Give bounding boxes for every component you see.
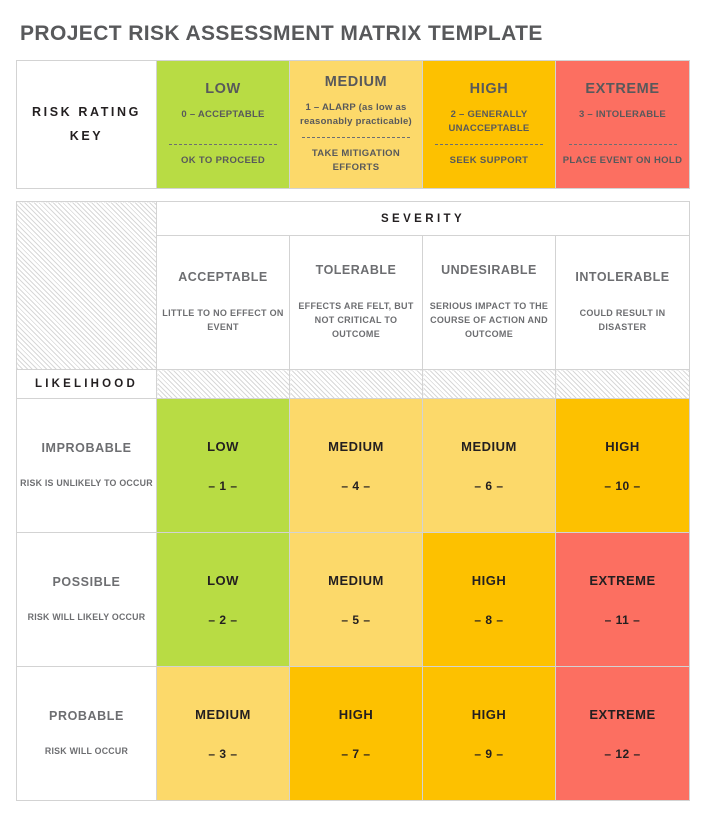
matrix-cell[interactable]: MEDIUM – 6 – bbox=[422, 398, 556, 533]
likelihood-description: RISK IS UNLIKELY TO OCCUR bbox=[20, 477, 153, 488]
severity-description: SERIOUS IMPACT TO THE COURSE OF ACTION A… bbox=[429, 301, 549, 339]
matrix-cell[interactable]: LOW – 1 – bbox=[156, 398, 290, 533]
severity-axis-label: SEVERITY bbox=[155, 201, 691, 236]
key-divider bbox=[169, 144, 277, 146]
cell-rating: MEDIUM bbox=[461, 438, 517, 454]
severity-name: ACCEPTABLE bbox=[178, 270, 268, 285]
likelihood-name: PROBABLE bbox=[49, 708, 124, 723]
likelihood-hatch-cell bbox=[422, 369, 556, 399]
key-rating-label: LOW bbox=[205, 81, 241, 98]
cell-number: – 10 – bbox=[604, 478, 641, 493]
cell-rating: LOW bbox=[207, 438, 239, 454]
key-row: RISK RATING KEY LOW 0 – ACCEPTABLE OK TO… bbox=[16, 60, 690, 189]
key-cell-extreme: EXTREME 3 – INTOLERABLE PLACE EVENT ON H… bbox=[555, 60, 690, 189]
likelihood-hatch-cell bbox=[289, 369, 423, 399]
key-code-label: 3 – INTOLERABLE bbox=[579, 109, 666, 121]
key-code-label: 1 – ALARP (as low as reasonably practica… bbox=[300, 102, 412, 127]
risk-rating-key-label: RISK RATING KEY bbox=[16, 60, 157, 189]
matrix-row-probable: PROBABLE RISK WILL OCCUR MEDIUM – 3 – HI… bbox=[16, 666, 691, 801]
key-divider bbox=[568, 144, 677, 146]
risk-matrix-page: PROJECT RISK ASSESSMENT MATRIX TEMPLATE … bbox=[0, 0, 705, 828]
matrix-cell[interactable]: EXTREME – 11 – bbox=[554, 532, 691, 667]
cell-rating: MEDIUM bbox=[328, 572, 384, 588]
severity-name: UNDESIRABLE bbox=[441, 263, 537, 278]
cell-rating: HIGH bbox=[471, 706, 507, 722]
severity-description: COULD RESULT IN DISASTER bbox=[579, 308, 666, 332]
matrix-row-possible: POSSIBLE RISK WILL LIKELY OCCUR LOW – 2 … bbox=[16, 532, 691, 667]
cell-number: – 6 – bbox=[474, 478, 504, 493]
key-cell-high: HIGH 2 – GENERALLY UNACCEPTABLE SEEK SUP… bbox=[422, 60, 556, 189]
severity-name: TOLERABLE bbox=[315, 263, 397, 278]
key-divider bbox=[302, 137, 410, 139]
cell-rating: LOW bbox=[207, 572, 239, 588]
cell-number: – 7 – bbox=[341, 746, 371, 761]
likelihood-band-row: LIKELIHOOD bbox=[16, 369, 691, 399]
key-cell-low: LOW 0 – ACCEPTABLE OK TO PROCEED bbox=[156, 60, 290, 189]
cell-number: – 2 – bbox=[208, 612, 238, 627]
likelihood-name: POSSIBLE bbox=[52, 574, 121, 589]
cell-number: – 9 – bbox=[474, 746, 504, 761]
page-title: PROJECT RISK ASSESSMENT MATRIX TEMPLATE bbox=[20, 22, 543, 45]
cell-number: – 12 – bbox=[604, 746, 641, 761]
risk-matrix-table: SEVERITY ACCEPTABLE LITTLE TO NO EFFECT … bbox=[16, 201, 691, 801]
matrix-row-improbable: IMPROBABLE RISK IS UNLIKELY TO OCCUR LOW… bbox=[16, 398, 691, 533]
cell-rating: HIGH bbox=[605, 438, 640, 454]
likelihood-axis-label: LIKELIHOOD bbox=[16, 369, 157, 399]
likelihood-description: RISK WILL LIKELY OCCUR bbox=[27, 611, 146, 622]
cell-rating: HIGH bbox=[338, 706, 374, 722]
severity-column-acceptable: ACCEPTABLE LITTLE TO NO EFFECT ON EVENT bbox=[156, 235, 290, 370]
severity-column-undesirable: UNDESIRABLE SERIOUS IMPACT TO THE COURSE… bbox=[422, 235, 556, 370]
key-action-label: SEEK SUPPORT bbox=[449, 155, 529, 167]
likelihood-description: RISK WILL OCCUR bbox=[44, 745, 129, 756]
cell-number: – 5 – bbox=[341, 612, 371, 627]
matrix-cell[interactable]: MEDIUM – 5 – bbox=[289, 532, 423, 667]
risk-rating-key-table: RISK RATING KEY LOW 0 – ACCEPTABLE OK TO… bbox=[16, 60, 690, 189]
cell-number: – 1 – bbox=[208, 478, 238, 493]
key-action-label: PLACE EVENT ON HOLD bbox=[562, 155, 683, 167]
cell-number: – 11 – bbox=[604, 612, 641, 627]
key-code-label: 2 – GENERALLY UNACCEPTABLE bbox=[448, 109, 530, 134]
key-divider bbox=[435, 144, 543, 146]
key-rating-label: EXTREME bbox=[585, 81, 660, 98]
cell-rating: MEDIUM bbox=[328, 438, 384, 454]
likelihood-row-header: PROBABLE RISK WILL OCCUR bbox=[16, 666, 157, 801]
key-code-label: 0 – ACCEPTABLE bbox=[181, 109, 265, 121]
severity-description: LITTLE TO NO EFFECT ON EVENT bbox=[162, 308, 284, 332]
cell-rating: EXTREME bbox=[589, 706, 656, 722]
severity-header-row: SEVERITY bbox=[16, 201, 691, 370]
matrix-cell[interactable]: MEDIUM – 4 – bbox=[289, 398, 423, 533]
severity-name: INTOLERABLE bbox=[575, 270, 670, 285]
cell-rating: MEDIUM bbox=[195, 706, 251, 722]
likelihood-hatch-cell bbox=[554, 369, 691, 399]
corner-hatch-cell bbox=[16, 201, 157, 370]
cell-rating: HIGH bbox=[471, 572, 507, 588]
key-action-label: OK TO PROCEED bbox=[180, 155, 266, 167]
key-action-label: TAKE MITIGATION EFFORTS bbox=[311, 148, 401, 173]
key-rating-label: MEDIUM bbox=[324, 74, 388, 91]
matrix-cell[interactable]: LOW – 2 – bbox=[156, 532, 290, 667]
severity-column-tolerable: TOLERABLE EFFECTS ARE FELT, BUT NOT CRIT… bbox=[289, 235, 423, 370]
matrix-cell[interactable]: HIGH – 9 – bbox=[422, 666, 556, 801]
severity-description: EFFECTS ARE FELT, BUT NOT CRITICAL TO OU… bbox=[298, 301, 414, 339]
likelihood-name: IMPROBABLE bbox=[41, 440, 132, 455]
matrix-cell[interactable]: MEDIUM – 3 – bbox=[156, 666, 290, 801]
cell-number: – 3 – bbox=[208, 746, 238, 761]
cell-number: – 4 – bbox=[341, 478, 371, 493]
cell-number: – 8 – bbox=[474, 612, 504, 627]
severity-column-intolerable: INTOLERABLE COULD RESULT IN DISASTER bbox=[554, 235, 691, 370]
likelihood-row-header: IMPROBABLE RISK IS UNLIKELY TO OCCUR bbox=[16, 398, 157, 533]
matrix-cell[interactable]: EXTREME – 12 – bbox=[554, 666, 691, 801]
cell-rating: EXTREME bbox=[589, 572, 656, 588]
matrix-cell[interactable]: HIGH – 8 – bbox=[422, 532, 556, 667]
likelihood-row-header: POSSIBLE RISK WILL LIKELY OCCUR bbox=[16, 532, 157, 667]
likelihood-hatch-cell bbox=[156, 369, 290, 399]
key-rating-label: HIGH bbox=[469, 81, 509, 98]
matrix-cell[interactable]: HIGH – 7 – bbox=[289, 666, 423, 801]
matrix-cell[interactable]: HIGH – 10 – bbox=[554, 398, 691, 533]
key-cell-medium: MEDIUM 1 – ALARP (as low as reasonably p… bbox=[289, 60, 423, 189]
